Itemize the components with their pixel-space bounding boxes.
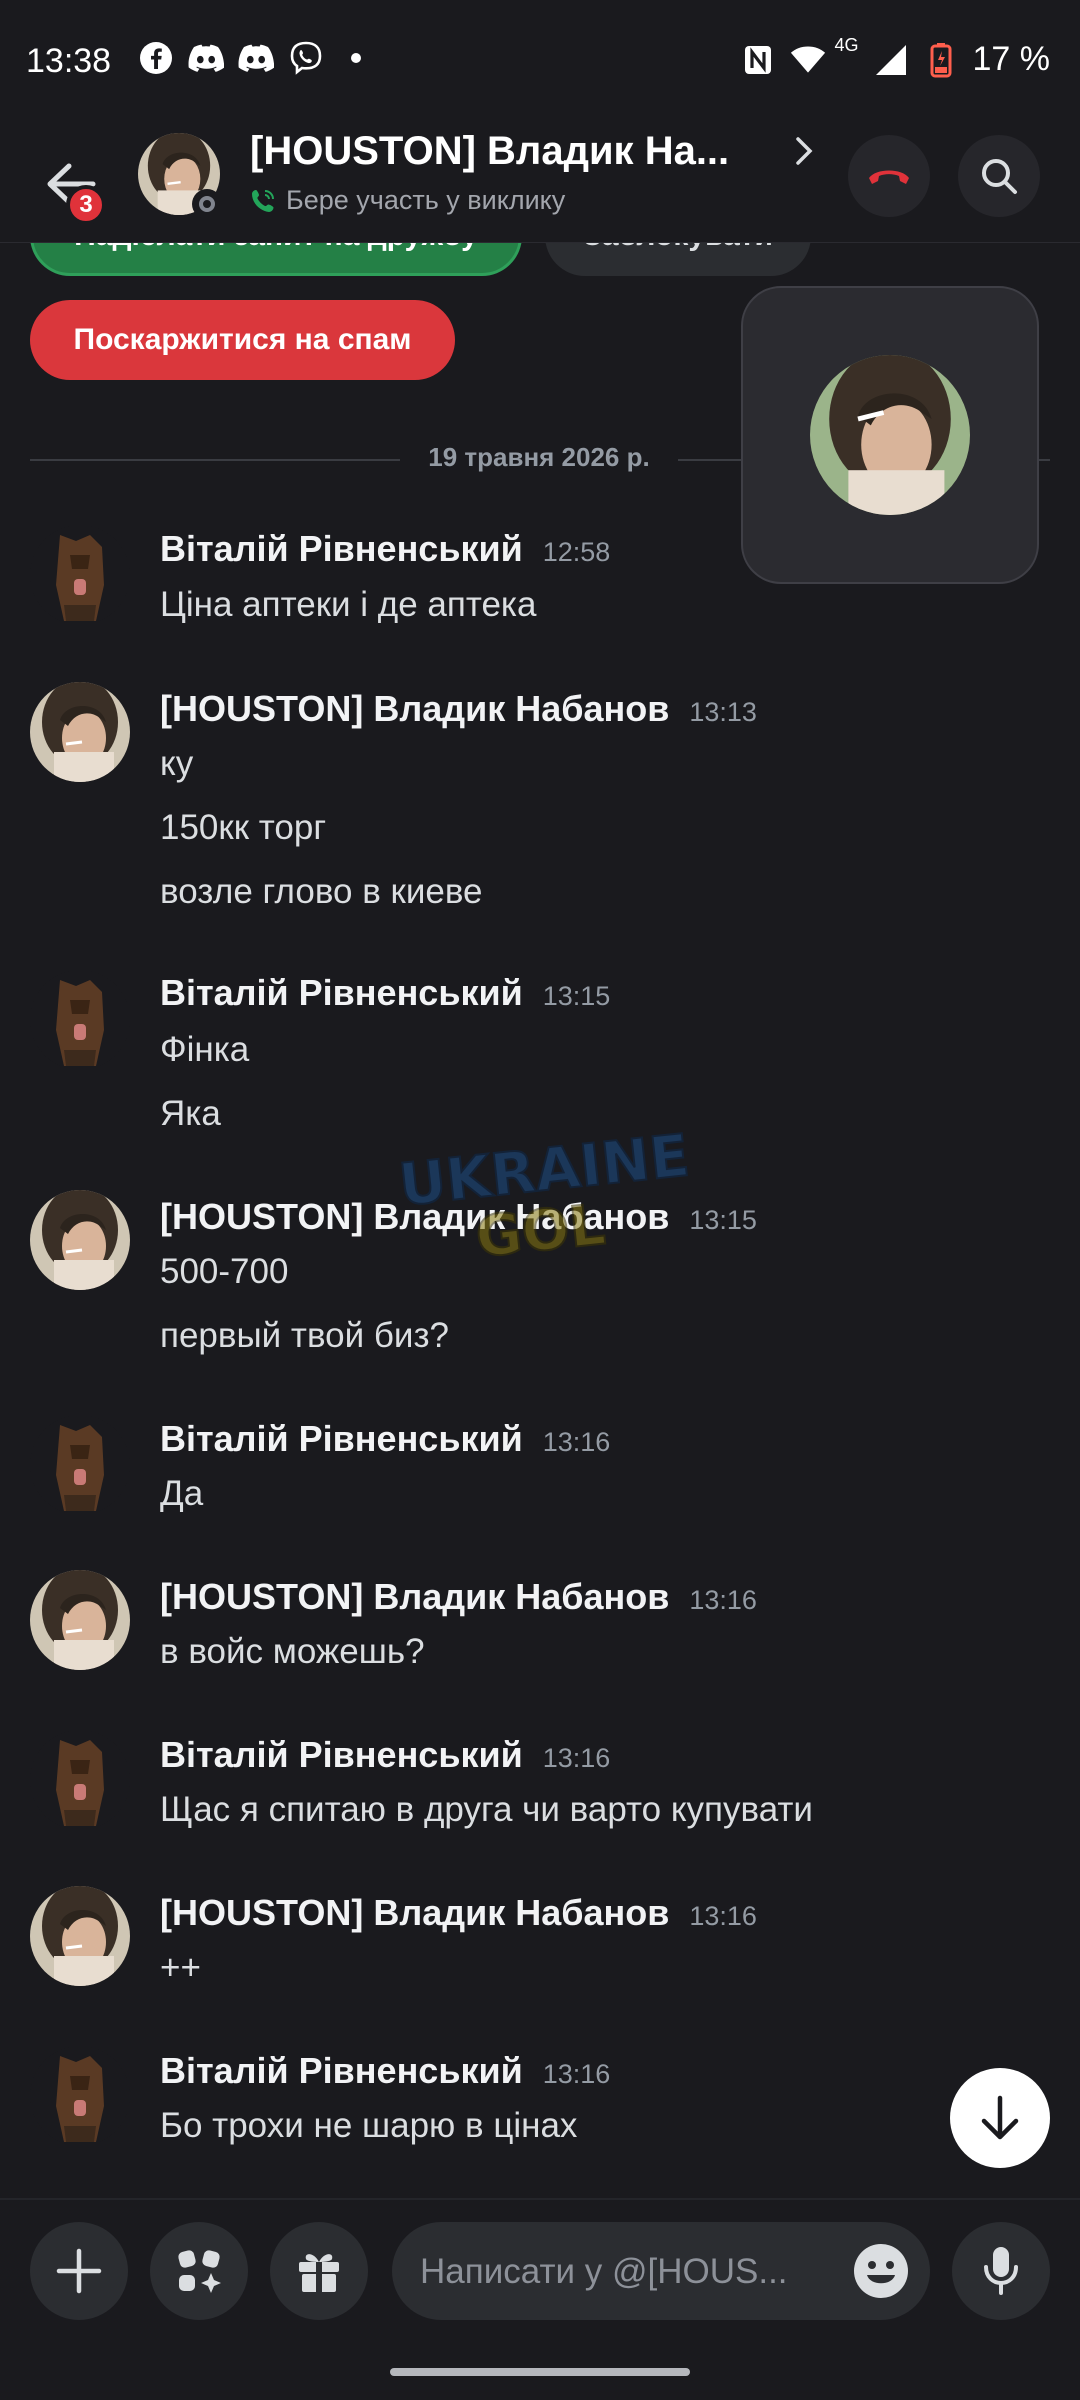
facebook-icon [138,40,174,76]
avatar[interactable] [30,682,130,782]
avatar[interactable] [30,970,130,1070]
message-author[interactable]: [HOUSTON] Владик Набанов 13:16 [160,1576,757,1618]
emoji-button[interactable] [852,2242,910,2300]
voice-message-button[interactable] [952,2222,1050,2320]
jump-to-bottom-button[interactable] [950,2068,1050,2168]
search-button[interactable] [958,135,1040,217]
avatar[interactable] [30,1886,130,1986]
avatar[interactable] [30,1730,130,1830]
apps-icon [178,2250,221,2293]
discord-icon [188,40,224,76]
message-text: Фінка [160,1030,250,1069]
message-time: 13:16 [542,2059,611,2089]
message-input-placeholder: Написати у @[HOUS... [420,2252,788,2291]
network-type: 4G [834,35,859,55]
call-preview-tile[interactable] [741,286,1039,584]
hang-up-button[interactable] [848,135,930,217]
unread-badge: 3 [66,185,106,225]
gift-button[interactable] [270,2222,368,2320]
gift-icon [299,2254,339,2292]
date-divider: 19 травня 2026 р. [428,442,650,472]
message-author[interactable]: [HOUSTON] Владик Набанов 13:13 [160,688,757,730]
message-composer: Написати у @[HOUS... [0,2198,1080,2400]
avatar [810,355,970,515]
message-text: Яка [160,1094,221,1133]
plus-icon [56,2248,102,2294]
avatar[interactable] [30,1570,130,1670]
message-time: 13:16 [542,1743,611,1773]
chevron-right-icon[interactable] [792,135,816,172]
message-text: 500-700 [160,1252,289,1291]
message-text: Щас я спитаю в друга чи варто купувати [160,1790,813,1829]
message-text: Бо трохи не шарю в цінах [160,2106,578,2145]
message-author[interactable]: Віталій Рівненський 13:16 [160,2050,610,2092]
watermark-logo: UKRAINE GOL [392,1120,700,1272]
message-text: первый твой биз? [160,1316,449,1355]
call-status-text: Бере участь у виклику [286,185,566,215]
avatar[interactable] [30,1190,130,1290]
message-time: 13:13 [689,697,757,727]
message-text: ++ [160,1948,201,1987]
message-time: 13:15 [542,981,611,1011]
avatar[interactable] [30,1415,130,1515]
avatar[interactable] [30,2046,130,2146]
home-indicator[interactable] [390,2368,690,2376]
notification-icons [138,40,374,76]
message-time: 13:16 [542,1427,611,1457]
viber-icon [288,40,324,76]
dot-icon [338,40,374,76]
chat-header: 3 [HOUSTON] Владик На... Бере участь у в… [0,125,1080,243]
battery-icon [923,42,959,78]
apps-button[interactable] [150,2222,248,2320]
emoji-icon [854,2244,908,2298]
signal-icon [873,42,909,78]
status-indicator [192,189,222,219]
chat-title[interactable]: [HOUSTON] Владик На... [250,129,729,174]
message-author[interactable]: [HOUSTON] Владик Набанов 13:16 [160,1892,757,1934]
message-author[interactable]: Віталій Рівненський 13:16 [160,1418,610,1460]
message-text: 150кк торг [160,808,327,847]
message-time: 13:16 [689,1901,757,1931]
nfc-icon [740,42,776,78]
message-author[interactable]: Віталій Рівненський 13:16 [160,1734,610,1776]
message-author[interactable]: Віталій Рівненський 13:15 [160,972,610,1014]
system-status-icons: 4G 17 % [740,35,1051,79]
wifi-icon [790,42,826,78]
message-text: возле глово в киеве [160,872,483,911]
watermark-text-2: GOL [473,1193,608,1268]
message-text: в войс можешь? [160,1632,425,1671]
message-text: Ціна аптеки і де аптека [160,585,537,624]
battery-percent: 17 % [972,40,1051,78]
message-time: 13:16 [689,1585,757,1615]
message-text: Да [160,1474,204,1513]
call-status: Бере участь у виклику [250,185,565,216]
status-bar: 13:38 4G 17 % [0,0,1080,125]
message-author[interactable]: Віталій Рівненський 12:58 [160,528,610,570]
discord-icon [238,40,274,76]
divider [30,459,400,461]
search-icon [982,159,1017,194]
avatar[interactable] [30,525,130,625]
add-attachment-button[interactable] [30,2222,128,2320]
phone-hangup-icon [869,170,909,184]
status-time: 13:38 [26,42,112,80]
message-time: 12:58 [542,537,611,567]
message-input[interactable]: Написати у @[HOUS... [392,2222,930,2320]
microphone-icon [984,2247,1018,2295]
arrow-down-icon [981,2095,1019,2140]
message-text: ку [160,744,194,783]
report-spam-button[interactable]: Поскаржитися на спам [30,300,455,380]
phone-active-icon [252,189,274,212]
